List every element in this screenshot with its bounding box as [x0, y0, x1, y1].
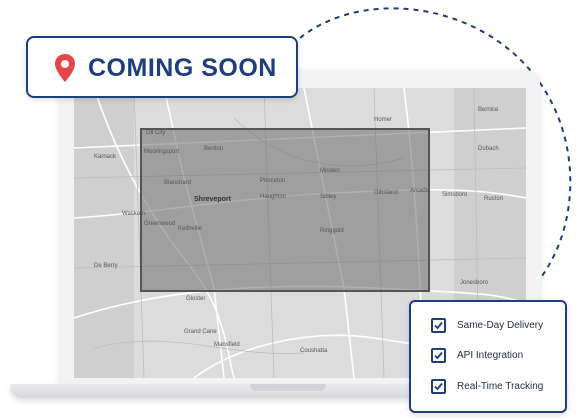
feature-label: Same-Day Delivery [457, 320, 544, 331]
map-label: Coushatta [300, 348, 328, 354]
checkbox-checked-icon[interactable] [431, 348, 446, 363]
map-label: Princeton [260, 178, 286, 184]
map-label: Ringgold [320, 228, 344, 234]
coming-soon-label: COMING SOON [88, 54, 277, 82]
map-label: Mooringsport [144, 149, 180, 155]
map-label: De Berry [94, 263, 118, 269]
coming-soon-badge: COMING SOON [26, 36, 298, 98]
map-label: Waskom [122, 211, 146, 217]
map-label: Gibsland [374, 190, 398, 196]
coverage-area-highlight [140, 128, 430, 292]
map-label: Simsboro [442, 192, 468, 198]
feature-item: Real-Time Tracking [431, 379, 543, 394]
map-label: Homer [374, 117, 393, 123]
map-label: Arcadia [410, 188, 431, 194]
map-label: Bernice [478, 107, 499, 113]
laptop-notch [250, 384, 326, 391]
feature-label: Real-Time Tracking [457, 381, 544, 392]
map-label: Haughton [260, 194, 287, 200]
map-label: Minden [320, 168, 340, 174]
map-label: Greenwood [144, 221, 176, 227]
map-label: Dubach [478, 146, 499, 152]
map-label: Karnack [94, 154, 117, 160]
map-label: Oil City [146, 130, 166, 136]
map-label: Mansfield [214, 342, 240, 348]
map-label: Sibley [320, 194, 337, 200]
feature-item: Same-Day Delivery [431, 318, 543, 333]
map-label: Jonesboro [460, 280, 489, 286]
map-pin-icon [54, 53, 76, 88]
feature-label: API Integration [457, 350, 524, 361]
map-label: Keithville [178, 226, 203, 232]
map-label: Blanchard [164, 180, 192, 186]
features-card: Same-Day Delivery API Integration Real-T… [409, 300, 567, 413]
checkbox-checked-icon[interactable] [431, 318, 446, 333]
map-label: Ruston [484, 196, 504, 202]
map-label: Benton [204, 146, 224, 152]
map-label: Grand Cane [184, 329, 217, 335]
checkbox-checked-icon[interactable] [431, 379, 446, 394]
map-label: Shreveport [194, 196, 231, 203]
map-label: Gloster [186, 296, 206, 302]
feature-item: API Integration [431, 348, 523, 363]
